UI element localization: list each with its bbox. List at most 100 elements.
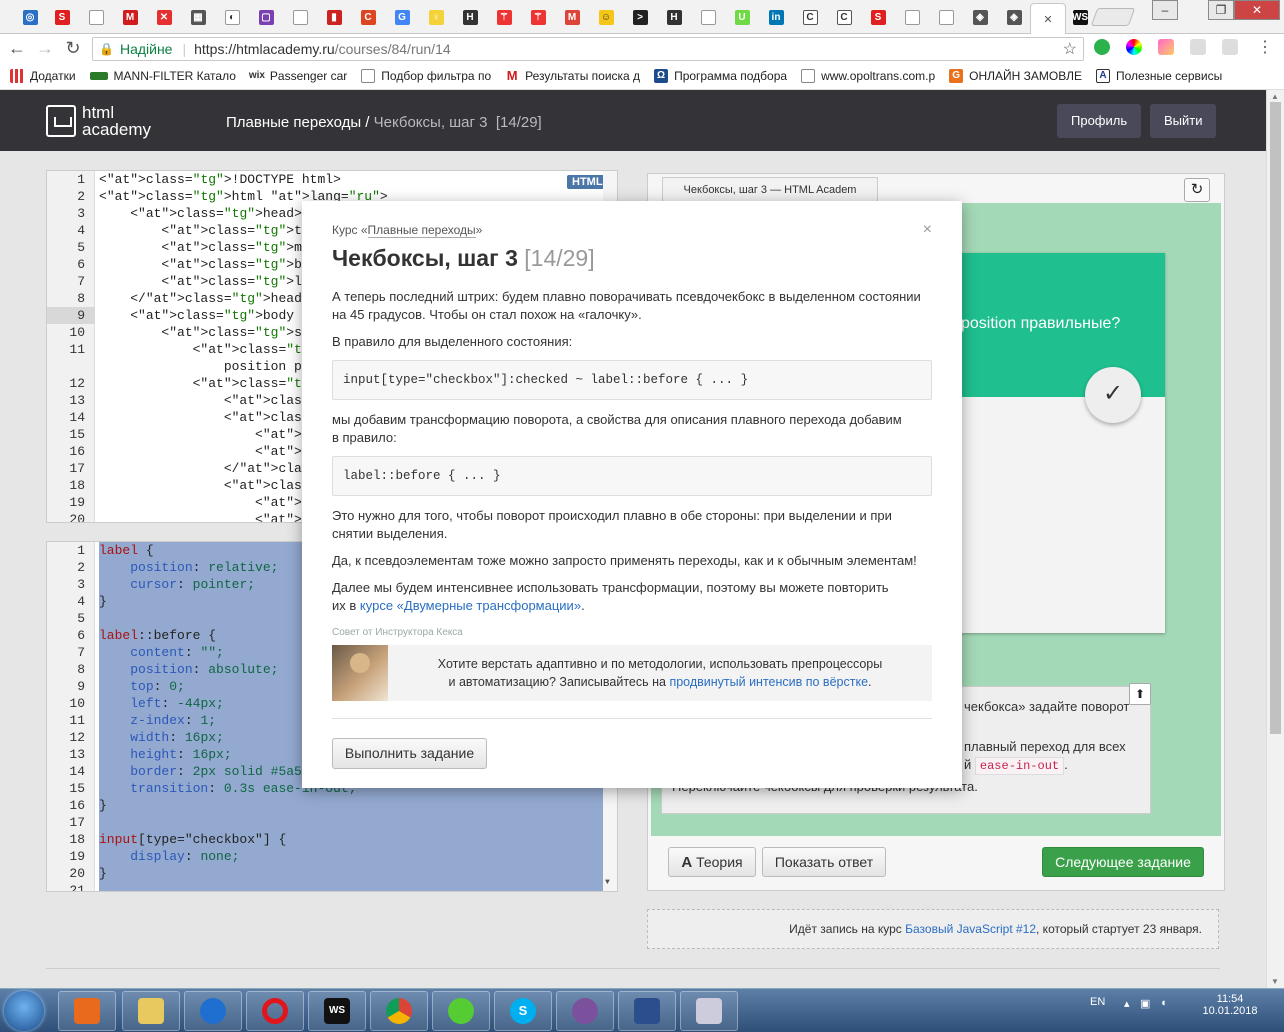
code-line[interactable]: cursor: pointer; [99,576,255,593]
bookmark-item[interactable]: Ω Программа подбора [654,68,787,83]
taskbar-app[interactable] [58,991,116,1031]
tab[interactable]: C [794,4,826,30]
code-line[interactable]: z-index: 1; [99,712,216,729]
tab[interactable]: ◈ [964,4,996,30]
bookmark-item[interactable]: Додатки [10,68,76,83]
tab[interactable] [692,4,724,30]
tab[interactable]: M [556,4,588,30]
scroll-up-icon[interactable]: ▲ [1271,92,1279,101]
tab[interactable]: C [352,4,384,30]
course-link[interactable]: Плавные переходы [367,223,476,238]
tab[interactable]: ▢ [250,4,282,30]
start-button[interactable] [4,991,44,1031]
tab[interactable]: ◎ [14,4,46,30]
notice-link[interactable]: Базовый JavaScript #12 [905,922,1036,936]
taskbar-app[interactable] [122,991,180,1031]
bookmark-item[interactable]: G ОНЛАЙН ЗАМОВЛЕ [949,68,1082,83]
code-line[interactable]: display: none; [99,848,239,865]
reload-icon[interactable]: ↻ [62,38,84,58]
code-line[interactable]: label::before { [99,627,216,644]
code-line[interactable]: </"at">class="tg">head> [99,290,309,307]
code-line[interactable]: } [99,593,107,610]
taskbar-app[interactable] [246,991,304,1031]
close-tab-icon[interactable]: ✕ [1043,13,1052,26]
minimize-button[interactable]: – [1152,0,1178,20]
tab[interactable]: ⚚ [488,4,520,30]
scroll-thumb[interactable] [1270,102,1281,734]
code-line[interactable]: top: 0; [99,678,185,695]
tab[interactable]: > [624,4,656,30]
taskbar-app[interactable] [618,991,676,1031]
tab[interactable]: S [862,4,894,30]
close-window-button[interactable]: ✕ [1234,0,1280,20]
page-scrollbar[interactable]: ▲ ▼ [1266,90,1284,988]
taskbar-app[interactable] [432,991,490,1031]
tab[interactable]: ◐ [216,4,248,30]
bookmark-item[interactable]: www.opoltrans.com.p [801,68,935,83]
tab[interactable] [930,4,962,30]
color-extension-icon[interactable] [1126,39,1142,55]
show-answer-button[interactable]: Показать ответ [762,847,886,877]
tab[interactable]: H [454,4,486,30]
tab[interactable]: ◈ [998,4,1030,30]
logo[interactable]: html academy [46,104,151,138]
check-icon[interactable]: ✓ [1085,367,1141,423]
intensive-link[interactable]: продвинутый интенсив по вёрстке [669,675,868,689]
transforms-course-link[interactable]: курсе «Двумерные трансформации» [360,598,581,613]
code-line[interactable]: } [99,797,107,814]
taskbar-app[interactable] [184,991,242,1031]
forward-icon[interactable]: → [34,38,56,58]
taskbar-app[interactable]: S [494,991,552,1031]
tab[interactable]: C [828,4,860,30]
tab[interactable]: ☺ [590,4,622,30]
pdf-extension-icon[interactable] [1222,39,1238,55]
tab[interactable]: ▮ [318,4,350,30]
tab[interactable]: U [726,4,758,30]
code-line[interactable]: } [99,865,107,882]
code-line[interactable]: position pr [99,358,310,375]
refresh-icon[interactable]: ↻ [1184,178,1210,202]
collapse-up-icon[interactable]: ⬆ [1129,683,1151,705]
preview-tab[interactable]: Чекбоксы, шаг 3 — HTML Academ [662,177,878,203]
pdf-extension-icon[interactable] [1190,39,1206,55]
tab[interactable]: ♀ [420,4,452,30]
network-icon[interactable]: ▣ [1140,997,1150,1010]
theory-button[interactable]: A Теория [668,847,756,877]
code-line[interactable]: <"at">class="tg">head> [99,205,302,222]
bookmark-item[interactable]: A Полезные сервисы [1095,68,1222,83]
tab[interactable]: ▦ [182,4,214,30]
tab[interactable]: S [46,4,78,30]
volume-icon[interactable]: ◖ [1160,997,1167,1009]
tab[interactable]: H [658,4,690,30]
maximize-button[interactable]: ❐ [1208,0,1234,20]
breadcrumb-course[interactable]: Плавные переходы [226,114,361,131]
code-line[interactable]: content: ""; [99,644,224,661]
code-line[interactable]: height: 16px; [99,746,231,763]
code-line[interactable]: position: relative; [99,559,278,576]
tab[interactable]: WS [1064,4,1096,30]
code-line[interactable]: input[type="checkbox"] { [99,831,286,848]
bookmark-item[interactable]: M Результаты поиска д [505,68,640,83]
profile-button[interactable]: Профиль [1057,104,1142,138]
taskbar-app[interactable] [370,991,428,1031]
taskbar-app[interactable] [556,991,614,1031]
code-line[interactable]: <"at">class="tg">!DOCTYPE html> [99,171,341,188]
code-line[interactable]: position: absolute; [99,661,278,678]
menu-icon[interactable]: ⋮ [1254,38,1276,58]
tab[interactable] [896,4,928,30]
logout-button[interactable]: Выйти [1150,104,1216,138]
scroll-down-icon[interactable]: ▼ [605,878,610,887]
bookmark-item[interactable]: Подбор фильтра по [361,68,491,83]
tab[interactable]: ✕ [148,4,180,30]
bookmark-item[interactable]: MANN-FILTER Катало [89,69,236,83]
taskbar-app[interactable] [680,991,738,1031]
new-tab-button[interactable] [1090,8,1136,26]
language-indicator[interactable]: EN [1090,996,1105,1008]
code-line[interactable]: width: 16px; [99,729,224,746]
taskbar-app[interactable]: WS [308,991,366,1031]
tab[interactable]: ⚚ [522,4,554,30]
clock[interactable]: 11:54 10.01.2018 [1200,993,1260,1017]
tray-arrow-icon[interactable]: ▴ [1124,997,1130,1010]
tab[interactable]: in [760,4,792,30]
omnibox[interactable]: 🔒 Надійне | https://htmlacademy.ru/cours… [92,37,1084,61]
